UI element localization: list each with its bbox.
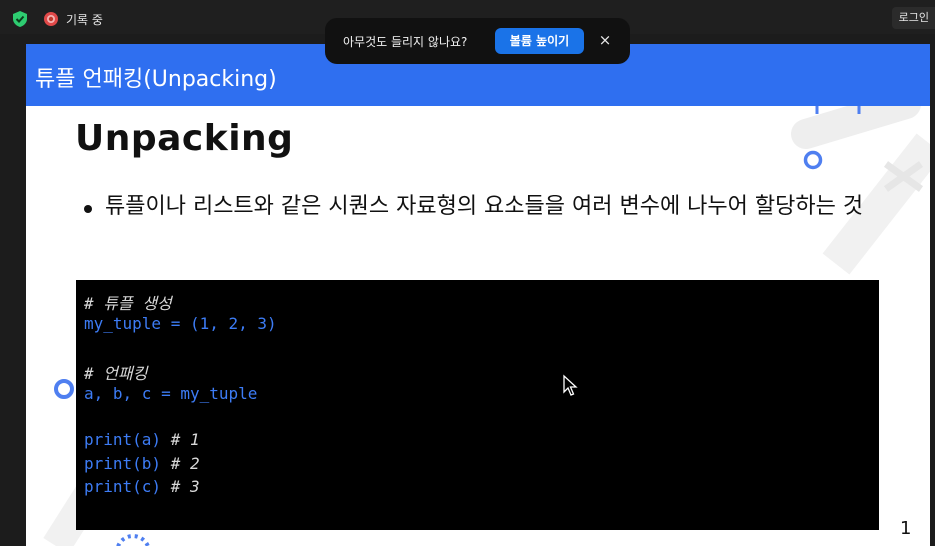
login-button[interactable]: 로그인	[891, 7, 935, 29]
code-call: print(c)	[84, 477, 162, 496]
presentation-slide: 튜플 언패킹(Unpacking) Unpacking 튜플이나 리스트와 같은…	[26, 44, 930, 546]
code-comment: # 3	[161, 477, 200, 496]
toast-message: 아무것도 들리지 않나요?	[343, 35, 468, 49]
code-call: print(b)	[84, 454, 162, 473]
code-line: print(a) # 1	[84, 430, 200, 450]
code-comment: # 언패킹	[84, 364, 148, 383]
close-icon[interactable]: ×	[597, 30, 613, 50]
shield-check-icon[interactable]	[11, 10, 29, 28]
code-line: print(b) # 2	[84, 454, 200, 474]
slide-header-title: 튜플 언패킹(Unpacking)	[35, 67, 277, 92]
code-line: my_tuple = (1, 2, 3)	[84, 314, 277, 333]
page-number: 1	[900, 518, 912, 539]
increase-volume-button[interactable]: 볼륨 높이기	[495, 28, 584, 54]
code-line: a, b, c = my_tuple	[84, 384, 258, 403]
code-comment: # 1	[161, 430, 200, 449]
slide-title: Unpacking	[75, 118, 294, 159]
recording-label: 기록 중	[66, 13, 103, 27]
bullet-dot	[84, 205, 92, 213]
code-comment: # 2	[161, 454, 200, 473]
code-comment: # 튜플 생성	[84, 294, 172, 313]
audio-notification-toast: 아무것도 들리지 않나요? 볼륨 높이기 ×	[325, 18, 630, 64]
bullet-text: 튜플이나 리스트와 같은 시퀀스 자료형의 요소들을 여러 변수에 나누어 할당…	[105, 194, 864, 219]
record-icon[interactable]	[43, 11, 59, 27]
code-line: print(c) # 3	[84, 477, 200, 497]
code-call: print(a)	[84, 430, 162, 449]
code-block: # 튜플 생성 my_tuple = (1, 2, 3) # 언패킹 a, b,…	[76, 280, 879, 530]
mouse-cursor-icon	[563, 374, 578, 396]
